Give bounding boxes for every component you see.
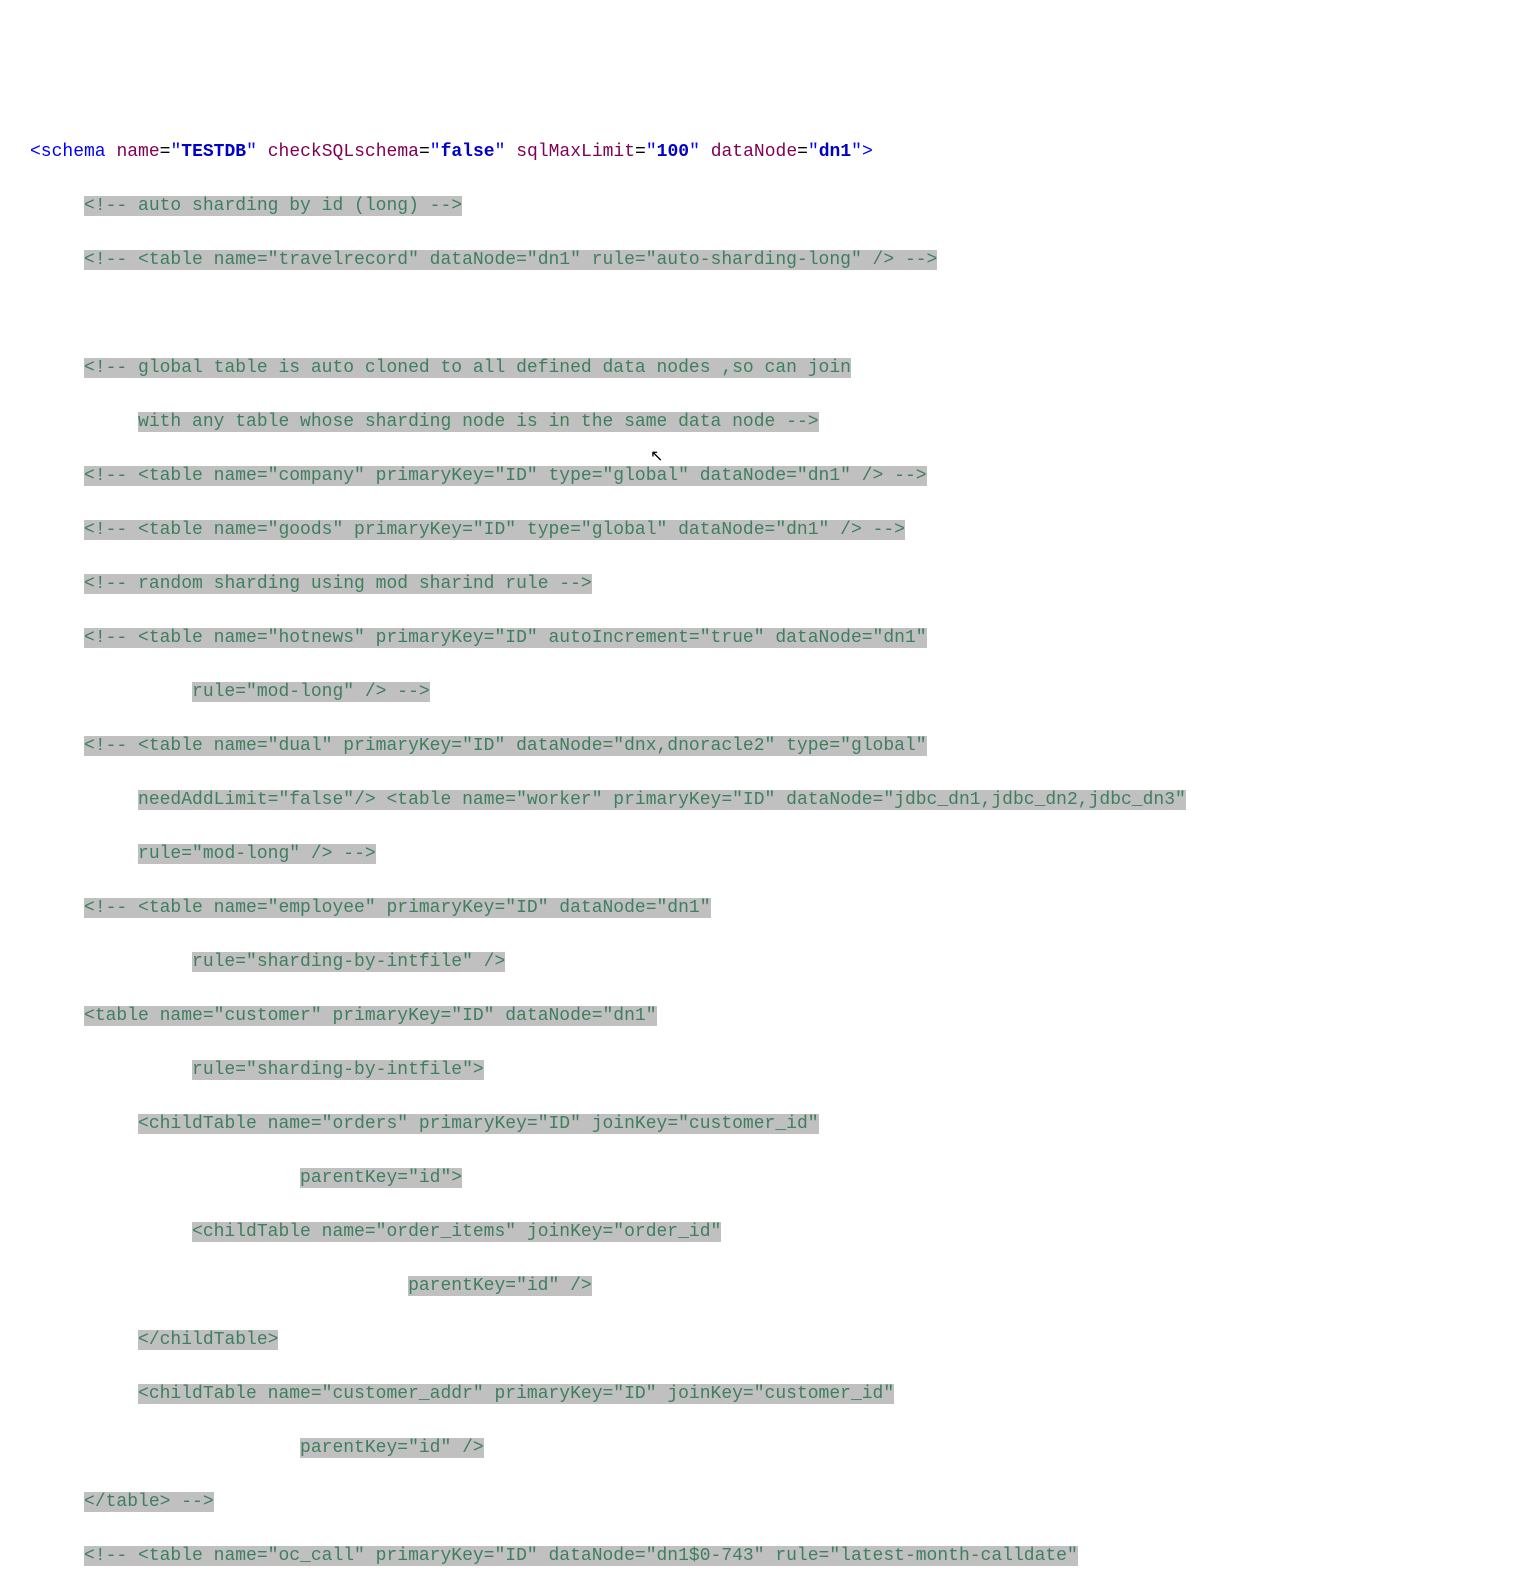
code-line[interactable]: <!-- global table is auto cloned to all … bbox=[30, 355, 1532, 382]
tag-open: <schema bbox=[30, 142, 106, 162]
xml-comment: parentKey="id"> bbox=[300, 1168, 462, 1188]
attr-name: name bbox=[116, 142, 159, 162]
code-line[interactable]: rule="sharding-by-intfile"> bbox=[30, 1057, 1532, 1084]
xml-comment: parentKey="id" /> bbox=[408, 1276, 592, 1296]
xml-comment: <!-- <table name="goods" primaryKey="ID"… bbox=[84, 520, 905, 540]
code-line[interactable]: <!-- <table name="goods" primaryKey="ID"… bbox=[30, 517, 1532, 544]
xml-comment: <!-- global table is auto cloned to all … bbox=[84, 358, 851, 378]
xml-comment: <childTable name="order_items" joinKey="… bbox=[192, 1222, 721, 1242]
xml-comment: </childTable> bbox=[138, 1330, 278, 1350]
code-line[interactable]: parentKey="id" /> bbox=[30, 1435, 1532, 1462]
code-line[interactable]: </childTable> bbox=[30, 1327, 1532, 1354]
code-line[interactable]: rule="mod-long" /> --> bbox=[30, 679, 1532, 706]
attr-value: 100 bbox=[657, 142, 689, 162]
code-line[interactable] bbox=[30, 301, 1532, 328]
xml-comment: <!-- <table name="oc_call" primaryKey="I… bbox=[84, 1546, 1078, 1566]
code-line[interactable]: with any table whose sharding node is in… bbox=[30, 409, 1532, 436]
xml-comment: <table name="customer" primaryKey="ID" d… bbox=[84, 1006, 657, 1026]
xml-comment: parentKey="id" /> bbox=[300, 1438, 484, 1458]
code-line[interactable]: <table name="customer" primaryKey="ID" d… bbox=[30, 1003, 1532, 1030]
code-line[interactable]: parentKey="id"> bbox=[30, 1165, 1532, 1192]
xml-comment: </table> --> bbox=[84, 1492, 214, 1512]
xml-editor[interactable]: <schema name="TESTDB" checkSQLschema="fa… bbox=[0, 112, 1532, 1576]
xml-comment: <!-- random sharding using mod sharind r… bbox=[84, 574, 592, 594]
code-line[interactable]: <!-- <table name="travelrecord" dataNode… bbox=[30, 247, 1532, 274]
attr-value: dn1 bbox=[819, 142, 851, 162]
xml-comment: needAddLimit="false"/> <table name="work… bbox=[138, 790, 1186, 810]
code-line[interactable]: <schema name="TESTDB" checkSQLschema="fa… bbox=[30, 139, 1532, 166]
xml-comment: <!-- <table name="hotnews" primaryKey="I… bbox=[84, 628, 927, 648]
attr-name: checkSQLschema bbox=[268, 142, 419, 162]
code-line[interactable]: <childTable name="customer_addr" primary… bbox=[30, 1381, 1532, 1408]
xml-comment: <!-- <table name="dual" primaryKey="ID" … bbox=[84, 736, 927, 756]
xml-comment: <!-- auto sharding by id (long) --> bbox=[84, 196, 462, 216]
code-line[interactable]: <!-- <table name="oc_call" primaryKey="I… bbox=[30, 1543, 1532, 1570]
tag-close: > bbox=[862, 142, 873, 162]
attr-value: false bbox=[441, 142, 495, 162]
xml-comment: <childTable name="customer_addr" primary… bbox=[138, 1384, 894, 1404]
code-line[interactable]: <childTable name="order_items" joinKey="… bbox=[30, 1219, 1532, 1246]
gutter bbox=[0, 112, 30, 1576]
xml-comment: <childTable name="orders" primaryKey="ID… bbox=[138, 1114, 819, 1134]
xml-comment: rule="sharding-by-intfile"> bbox=[192, 1060, 484, 1080]
xml-comment: <!-- <table name="company" primaryKey="I… bbox=[84, 466, 927, 486]
code-line[interactable]: <!-- <table name="employee" primaryKey="… bbox=[30, 895, 1532, 922]
attr-name: dataNode bbox=[711, 142, 797, 162]
code-line[interactable]: <childTable name="orders" primaryKey="ID… bbox=[30, 1111, 1532, 1138]
attr-name: sqlMaxLimit bbox=[516, 142, 635, 162]
xml-comment: <!-- <table name="employee" primaryKey="… bbox=[84, 898, 711, 918]
code-content[interactable]: <schema name="TESTDB" checkSQLschema="fa… bbox=[30, 112, 1532, 1576]
code-line[interactable]: <!-- <table name="company" primaryKey="I… bbox=[30, 463, 1532, 490]
xml-comment: rule="mod-long" /> --> bbox=[192, 682, 430, 702]
code-line[interactable]: rule="sharding-by-intfile" /> bbox=[30, 949, 1532, 976]
attr-value: TESTDB bbox=[181, 142, 246, 162]
code-line[interactable]: parentKey="id" /> bbox=[30, 1273, 1532, 1300]
code-line[interactable]: <!-- <table name="dual" primaryKey="ID" … bbox=[30, 733, 1532, 760]
xml-comment: rule="mod-long" /> --> bbox=[138, 844, 376, 864]
code-line[interactable]: <!-- random sharding using mod sharind r… bbox=[30, 571, 1532, 598]
code-line[interactable]: <!-- auto sharding by id (long) --> bbox=[30, 193, 1532, 220]
xml-comment: rule="sharding-by-intfile" /> bbox=[192, 952, 505, 972]
code-line[interactable]: </table> --> bbox=[30, 1489, 1532, 1516]
code-line[interactable]: <!-- <table name="hotnews" primaryKey="I… bbox=[30, 625, 1532, 652]
code-line[interactable]: needAddLimit="false"/> <table name="work… bbox=[30, 787, 1532, 814]
xml-comment: <!-- <table name="travelrecord" dataNode… bbox=[84, 250, 937, 270]
code-line[interactable]: rule="mod-long" /> --> bbox=[30, 841, 1532, 868]
xml-comment: with any table whose sharding node is in… bbox=[138, 412, 819, 432]
